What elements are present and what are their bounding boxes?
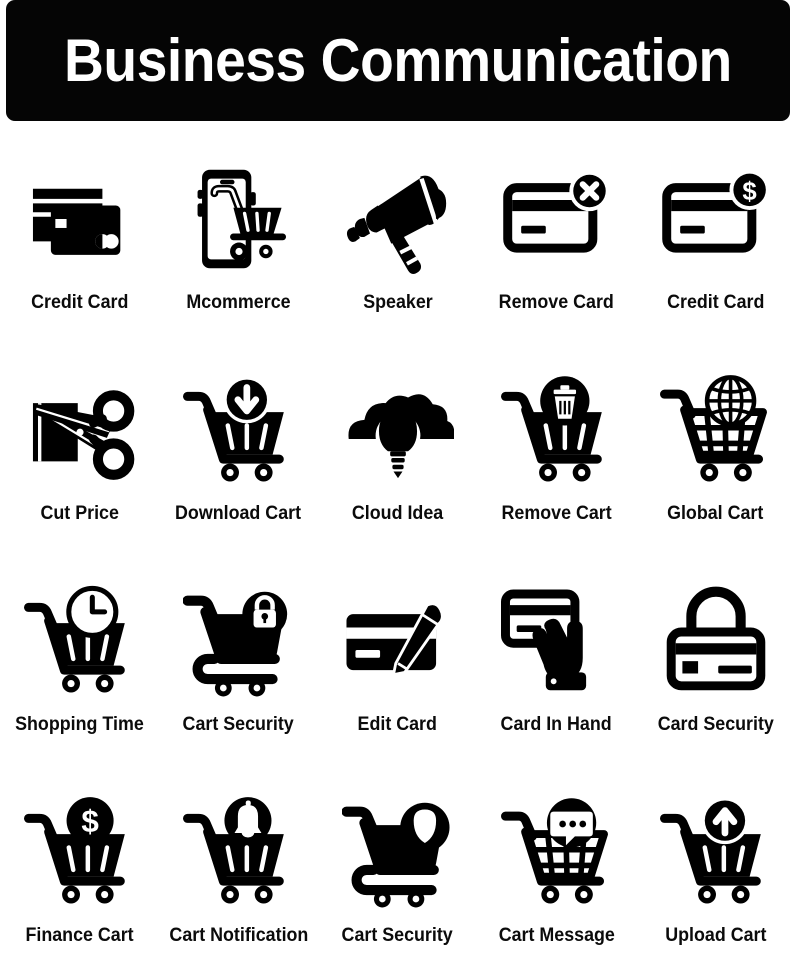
icon-label: Edit Card: [357, 714, 438, 735]
icon-label: Cart Security: [341, 925, 454, 946]
icon-cell[interactable]: Shopping Time: [0, 555, 159, 766]
cart-download-arrow-icon[interactable]: [180, 370, 298, 490]
page-title: Business Communication: [64, 26, 732, 94]
icon-label: Download Cart: [175, 503, 302, 524]
card-remove-cross-icon[interactable]: [498, 159, 616, 279]
icon-cell[interactable]: Remove Card: [477, 133, 636, 344]
icon-label: Card In Hand: [500, 714, 613, 735]
icon-label: Shopping Time: [15, 714, 144, 735]
icon-label: Card Security: [657, 714, 774, 735]
icon-label: Remove Cart: [501, 503, 612, 524]
svg-text:$: $: [81, 804, 98, 839]
icon-label: Cut Price: [40, 503, 119, 524]
cart-trash-remove-icon[interactable]: [498, 370, 616, 490]
icon-label: Cart Notification: [169, 925, 308, 946]
icon-label: Cloud Idea: [351, 503, 444, 524]
icon-cell[interactable]: Edit Card: [318, 555, 477, 766]
icon-cell[interactable]: Upload Cart: [636, 766, 795, 977]
card-dollar-badge-icon[interactable]: $: [657, 159, 775, 279]
icon-cell[interactable]: Cut Price: [0, 344, 159, 555]
cart-padlock-icon[interactable]: [180, 581, 298, 701]
icon-cell[interactable]: Cart Notification: [159, 766, 318, 977]
icon-cell[interactable]: Card In Hand: [477, 555, 636, 766]
icon-label: Mcommerce: [186, 292, 291, 313]
icon-label: Credit Card: [666, 292, 765, 313]
icon-label: Cart Message: [498, 925, 615, 946]
cart-bell-notification-icon[interactable]: [180, 792, 298, 912]
icon-sheet-page: Business Communication Credit Card Mcomm…: [0, 0, 795, 980]
icon-cell[interactable]: Cart Message: [477, 766, 636, 977]
icon-cell[interactable]: Credit Card: [0, 133, 159, 344]
cart-globe-icon[interactable]: [657, 370, 775, 490]
svg-text:$: $: [742, 178, 756, 206]
cart-dollar-coin-icon[interactable]: $: [21, 792, 139, 912]
megaphone-speaker-icon[interactable]: [339, 159, 457, 279]
icon-cell[interactable]: Remove Cart: [477, 344, 636, 555]
cart-upload-arrow-icon[interactable]: [657, 792, 775, 912]
icon-label: Remove Card: [498, 292, 615, 313]
icon-label: Cart Security: [182, 714, 295, 735]
icon-cell[interactable]: $ Credit Card: [636, 133, 795, 344]
mobile-commerce-icon[interactable]: [180, 159, 298, 279]
card-scissors-cut-icon[interactable]: [21, 370, 139, 490]
icon-cell[interactable]: Global Cart: [636, 344, 795, 555]
icon-cell[interactable]: Speaker: [318, 133, 477, 344]
icon-cell[interactable]: Download Cart: [159, 344, 318, 555]
header-banner: Business Communication: [6, 0, 790, 121]
icon-grid: Credit Card Mcommerce Speaker Remove Car…: [0, 133, 795, 977]
icon-cell[interactable]: Card Security: [636, 555, 795, 766]
icon-cell[interactable]: $ Finance Cart: [0, 766, 159, 977]
cart-shield-icon[interactable]: [339, 792, 457, 912]
card-in-hand-icon[interactable]: [498, 581, 616, 701]
icon-label: Credit Card: [30, 292, 129, 313]
icon-label: Finance Cart: [25, 925, 134, 946]
icon-label: Speaker: [362, 292, 433, 313]
cart-chat-message-icon[interactable]: [498, 792, 616, 912]
icon-label: Global Cart: [667, 503, 764, 524]
icon-cell[interactable]: Cart Security: [318, 766, 477, 977]
icon-label: Upload Cart: [664, 925, 767, 946]
credit-card-stack-icon[interactable]: [21, 159, 139, 279]
card-pen-edit-icon[interactable]: [339, 581, 457, 701]
icon-cell[interactable]: Cart Security: [159, 555, 318, 766]
icon-cell[interactable]: Mcommerce: [159, 133, 318, 344]
card-padlock-icon[interactable]: [657, 581, 775, 701]
cart-clock-icon[interactable]: [21, 581, 139, 701]
cloud-bulb-idea-icon[interactable]: [339, 370, 457, 490]
icon-cell[interactable]: Cloud Idea: [318, 344, 477, 555]
